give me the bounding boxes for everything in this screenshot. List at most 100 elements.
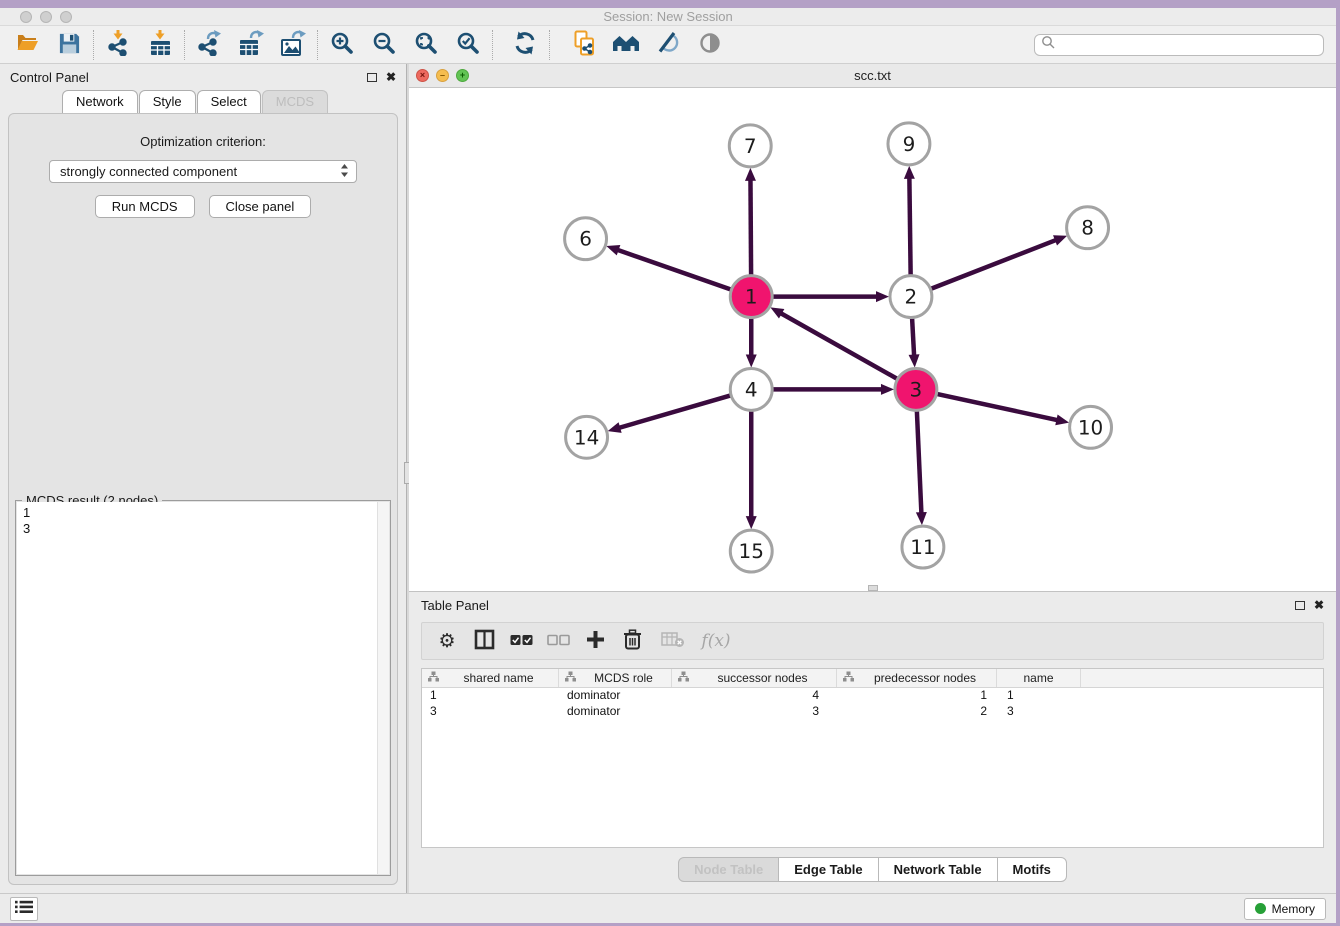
titlebar: Session: New Session — [0, 8, 1336, 26]
task-history-button[interactable] — [10, 897, 38, 921]
save-session-button[interactable] — [48, 28, 90, 62]
table-row[interactable]: 3dominator323 — [422, 704, 1323, 720]
network-canvas[interactable]: 7968124314101511 — [409, 88, 1336, 591]
zoom-fit-button[interactable] — [405, 28, 447, 62]
clone-network-button[interactable] — [563, 28, 605, 62]
result-scrollbar[interactable] — [377, 502, 389, 874]
export-image-button[interactable] — [272, 28, 314, 62]
column-header-mcds-role[interactable]: MCDS role — [559, 669, 672, 687]
tab-mcds[interactable]: MCDS — [262, 90, 328, 113]
zoom-in-button[interactable] — [321, 28, 363, 62]
export-network-button[interactable] — [188, 28, 230, 62]
delete-entry-button[interactable] — [617, 626, 647, 656]
table-float-icon[interactable] — [1295, 601, 1305, 610]
graph-node-label-14: 14 — [574, 425, 599, 449]
run-mcds-button[interactable]: Run MCDS — [95, 195, 195, 218]
network-minimize-button[interactable]: – — [436, 69, 449, 82]
close-panel-button[interactable]: Close panel — [209, 195, 312, 218]
close-panel-icon[interactable]: ✖ — [386, 71, 396, 83]
network-window-title: scc.txt — [409, 68, 1336, 83]
node-table: shared nameMCDS role successor nodesprede… — [421, 668, 1324, 848]
deselect-all-button[interactable] — [543, 626, 573, 656]
zoom-selected-button[interactable] — [447, 28, 489, 62]
graph-arrowhead — [916, 512, 927, 525]
cell-shared-name[interactable]: 1 — [422, 688, 559, 704]
cell-shared-name[interactable]: 3 — [422, 704, 559, 720]
cell-mcds-role[interactable]: dominator — [559, 688, 672, 704]
float-panel-icon[interactable] — [367, 73, 377, 82]
hide-selected-button[interactable] — [647, 28, 689, 62]
network-close-button[interactable]: × — [416, 69, 429, 82]
table-body: 1dominator4113dominator323 — [422, 688, 1323, 720]
control-panel-tabs: NetworkStyleSelectMCDS — [62, 90, 406, 113]
column-header-shared-name[interactable]: shared name — [422, 669, 559, 687]
tab-edge-table[interactable]: Edge Table — [778, 857, 878, 882]
cell-name[interactable]: 3 — [997, 704, 1081, 720]
cell-mcds-role[interactable]: dominator — [559, 704, 672, 720]
apply-layout-button[interactable] — [504, 28, 546, 62]
criterion-value: strongly connected component — [60, 164, 340, 179]
graph-edge-3-1[interactable] — [779, 312, 897, 378]
import-network-button[interactable] — [97, 28, 139, 62]
export-network-icon — [196, 30, 222, 59]
network-window-titlebar: scc.txt × – + — [409, 64, 1336, 88]
export-table-button[interactable] — [230, 28, 272, 62]
tab-select[interactable]: Select — [197, 90, 261, 113]
delete-table-button[interactable] — [658, 626, 688, 656]
graph-edge-4-14[interactable] — [617, 396, 730, 429]
graph-arrowhead — [746, 354, 757, 367]
table-row[interactable]: 1dominator411 — [422, 688, 1323, 704]
graph-edge-3-11[interactable] — [917, 411, 922, 515]
table-settings-button[interactable]: ⚙ — [432, 626, 462, 656]
graph-arrowhead — [904, 166, 915, 179]
table-close-icon[interactable]: ✖ — [1314, 599, 1324, 611]
graph-node-label-9: 9 — [903, 132, 916, 156]
column-header-predecessor-nodes[interactable]: predecessor nodes — [837, 669, 997, 687]
graph-arrowhead — [909, 354, 920, 367]
tab-node-table[interactable]: Node Table — [678, 857, 779, 882]
refresh-icon — [512, 30, 538, 59]
graph-edge-1-7[interactable] — [750, 178, 751, 275]
toggle-columns-button[interactable] — [469, 626, 499, 656]
column-label: name — [997, 671, 1080, 685]
cell-predecessor-nodes[interactable]: 2 — [837, 704, 997, 720]
criterion-dropdown[interactable]: strongly connected component — [49, 160, 357, 183]
tab-network[interactable]: Network — [62, 90, 138, 113]
cell-successor-nodes[interactable]: 4 — [672, 688, 837, 704]
graph-edge-1-6[interactable] — [616, 249, 731, 289]
open-session-button[interactable] — [6, 28, 48, 62]
horizontal-splitter-handle[interactable] — [868, 585, 878, 591]
graph-edge-2-8[interactable] — [931, 239, 1057, 288]
control-panel: Control Panel ✖ NetworkStyleSelectMCDS O… — [0, 64, 406, 893]
column-label: successor nodes — [689, 671, 836, 685]
graph-edge-3-10[interactable] — [937, 394, 1059, 420]
add-entry-button[interactable] — [580, 626, 610, 656]
import-table-icon — [148, 30, 173, 59]
cell-name[interactable]: 1 — [997, 688, 1081, 704]
graph-edge-2-9[interactable] — [909, 176, 910, 275]
column-header-name[interactable]: name — [997, 669, 1081, 687]
mcds-result-list[interactable]: 1 3 — [17, 502, 389, 874]
show-all-button[interactable] — [689, 28, 731, 62]
graph-edge-2-3[interactable] — [912, 319, 914, 358]
select-all-icon — [510, 634, 533, 649]
graph-node-label-11: 11 — [910, 535, 935, 559]
network-zoom-button[interactable]: + — [456, 69, 469, 82]
tab-motifs[interactable]: Motifs — [997, 857, 1067, 882]
tab-style[interactable]: Style — [139, 90, 196, 113]
column-header-successor-nodes[interactable]: successor nodes — [672, 669, 837, 687]
search-input[interactable] — [1059, 38, 1317, 52]
first-neighbors-button[interactable] — [605, 28, 647, 62]
cell-predecessor-nodes[interactable]: 1 — [837, 688, 997, 704]
network-graph[interactable]: 7968124314101511 — [409, 88, 1336, 591]
tab-network-table[interactable]: Network Table — [878, 857, 998, 882]
cell-successor-nodes[interactable]: 3 — [672, 704, 837, 720]
tree-icon — [678, 671, 689, 685]
memory-button[interactable]: Memory — [1244, 898, 1326, 920]
select-all-button[interactable] — [506, 626, 536, 656]
zoom-out-button[interactable] — [363, 28, 405, 62]
function-builder-button[interactable]: f(x) — [701, 626, 731, 656]
import-table-button[interactable] — [139, 28, 181, 62]
open-folder-icon — [14, 31, 40, 58]
app-window: Session: New Session Cont — [0, 8, 1336, 923]
